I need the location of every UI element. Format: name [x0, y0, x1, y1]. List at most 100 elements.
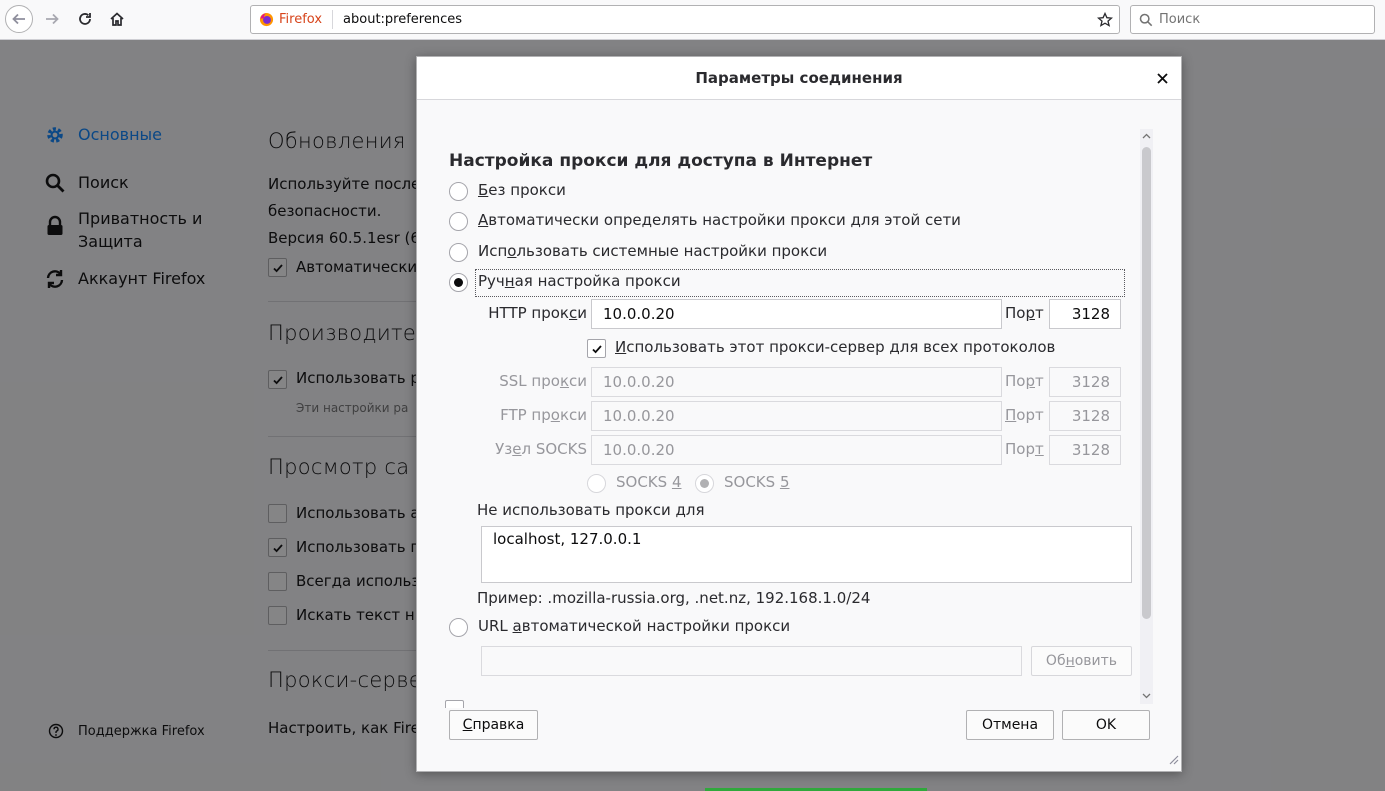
- label-part: SOCKS: [616, 473, 672, 491]
- ssl-port-input[interactable]: 3128: [1049, 367, 1121, 397]
- socks4-radio[interactable]: [587, 474, 606, 493]
- http-port-input[interactable]: 3128: [1049, 299, 1121, 329]
- autoconfig-label: URL автоматической настройки прокси: [478, 617, 790, 635]
- auto-detect-radio[interactable]: [449, 212, 468, 231]
- resize-grip-icon: [1169, 755, 1179, 765]
- label-part: овить: [1074, 653, 1118, 669]
- label-part: ля: [685, 501, 705, 519]
- home-button[interactable]: [103, 5, 131, 33]
- radio-dot: [454, 278, 463, 287]
- search-icon: [1139, 13, 1153, 26]
- connection-settings-dialog: Параметры соединения Настройка прокси дл…: [416, 56, 1182, 772]
- socks-host-label: Узел SOCKS: [477, 440, 587, 458]
- accesskey: П: [1005, 406, 1017, 424]
- accesskey: р: [1025, 304, 1035, 322]
- forward-button[interactable]: [38, 5, 66, 33]
- reload-autoconfig-button[interactable]: Об н овить: [1031, 646, 1132, 676]
- reload-button[interactable]: [71, 5, 99, 33]
- no-proxy-radio[interactable]: [449, 182, 468, 201]
- search-bar[interactable]: Поиск: [1130, 5, 1375, 34]
- label-part: си: [569, 372, 587, 390]
- share-proxy-checkbox[interactable]: [587, 339, 606, 358]
- label-part: спользовать этот прокси-сервер для всех …: [626, 338, 1056, 356]
- resize-grip[interactable]: [1167, 751, 1179, 769]
- checkmark-icon: [591, 344, 602, 353]
- label-part: FTP пр: [500, 406, 551, 424]
- no-proxy-example: Пример: .mozilla-russia.org, .net.nz, 19…: [477, 589, 871, 607]
- url-bar[interactable]: Firefox about:preferences: [250, 5, 1120, 34]
- socks4-label: SOCKS 4: [616, 473, 681, 491]
- accesskey: н: [1065, 653, 1075, 669]
- accesskey: И: [615, 338, 627, 356]
- firefox-logo-icon: [259, 12, 274, 27]
- label-part: втоматически определять настройки прокси…: [488, 211, 961, 229]
- label-part: ез прокси: [488, 181, 566, 199]
- socks5-label: SOCKS 5: [724, 473, 789, 491]
- ok-button[interactable]: OK: [1062, 710, 1150, 740]
- back-button[interactable]: [5, 5, 33, 33]
- no-proxy-for-textarea[interactable]: localhost, 127.0.0.1: [481, 526, 1132, 583]
- clipped-row: [445, 700, 1135, 708]
- accesskey: Б: [478, 181, 489, 199]
- no-proxy-for-label: Не использовать прокси для: [477, 501, 705, 519]
- http-port-label: Порт: [1005, 304, 1044, 322]
- system-proxy-label: Использовать системные настройки прокси: [478, 242, 827, 260]
- accesskey: н: [504, 272, 515, 290]
- radio-dot: [700, 479, 709, 488]
- accesskey: к: [559, 372, 569, 390]
- http-proxy-input[interactable]: 10.0.0.20: [591, 299, 1002, 329]
- ftp-port-input[interactable]: 3128: [1049, 401, 1121, 431]
- manual-proxy-radio[interactable]: [449, 273, 468, 292]
- label-part: Исп: [478, 242, 508, 260]
- socks-host-input[interactable]: 10.0.0.20: [591, 435, 1002, 465]
- http-proxy-label: HTTP прокси: [477, 304, 587, 322]
- star-icon: [1097, 11, 1113, 27]
- label-part: Об: [1045, 653, 1066, 669]
- search-placeholder: Поиск: [1159, 12, 1201, 27]
- arrow-left-icon: [12, 13, 25, 25]
- home-icon: [110, 12, 124, 26]
- socks5-radio[interactable]: [695, 474, 714, 493]
- reload-icon: [79, 13, 91, 25]
- system-proxy-radio[interactable]: [449, 243, 468, 262]
- share-proxy-label: Использовать этот прокси-сервер для всех…: [615, 338, 1055, 356]
- label-part: SOCKS: [724, 473, 780, 491]
- identity-label: Firefox: [279, 12, 323, 27]
- close-icon: [1156, 72, 1168, 84]
- socks-port-input[interactable]: 3128: [1049, 435, 1121, 465]
- dialog-header: Параметры соединения: [417, 57, 1181, 100]
- chevron-up-icon: [1142, 133, 1151, 139]
- ftp-proxy-label: FTP прокси: [477, 406, 587, 424]
- close-button[interactable]: [1151, 67, 1173, 89]
- label-part: кси: [559, 406, 587, 424]
- scroll-up-button[interactable]: [1140, 129, 1153, 143]
- ssl-proxy-input[interactable]: 10.0.0.20: [591, 367, 1002, 397]
- label-part: Руч: [478, 272, 505, 290]
- label-part: URL: [478, 617, 513, 635]
- manual-proxy-label: Ручная настройка прокси: [478, 272, 681, 290]
- label-part: льзовать системные настройки прокси: [516, 242, 828, 260]
- cancel-button[interactable]: Отмена: [966, 710, 1054, 740]
- accesskey: 4: [671, 473, 682, 491]
- help-button[interactable]: Справка: [449, 710, 538, 740]
- ftp-proxy-input[interactable]: 10.0.0.20: [591, 401, 1002, 431]
- ssl-proxy-label: SSL прокси: [477, 372, 587, 390]
- bookmark-star-button[interactable]: [1091, 11, 1119, 28]
- section-title: Настройка прокси для доступа в Интернет: [449, 151, 873, 171]
- label-part: Не использовать прокси: [477, 501, 676, 519]
- scrollbar-thumb[interactable]: [1142, 147, 1151, 619]
- accesskey: А: [478, 211, 489, 229]
- auto-detect-label: Автоматически определять настройки прокс…: [478, 211, 961, 229]
- label-part: По: [1005, 372, 1026, 390]
- site-identity[interactable]: Firefox: [251, 10, 334, 29]
- url-text[interactable]: about:preferences: [333, 12, 1091, 27]
- accesskey: р: [1025, 372, 1035, 390]
- label-part: т: [1035, 372, 1044, 390]
- label-part: л SOCKS: [521, 440, 587, 458]
- label-part: орт: [1016, 406, 1044, 424]
- autoconfig-url-input[interactable]: [481, 646, 1022, 676]
- autoconfig-radio[interactable]: [449, 618, 468, 637]
- label-part: т: [1035, 304, 1044, 322]
- label-part: втоматической настройки прокси: [521, 617, 791, 635]
- scroll-down-button[interactable]: [1140, 689, 1153, 703]
